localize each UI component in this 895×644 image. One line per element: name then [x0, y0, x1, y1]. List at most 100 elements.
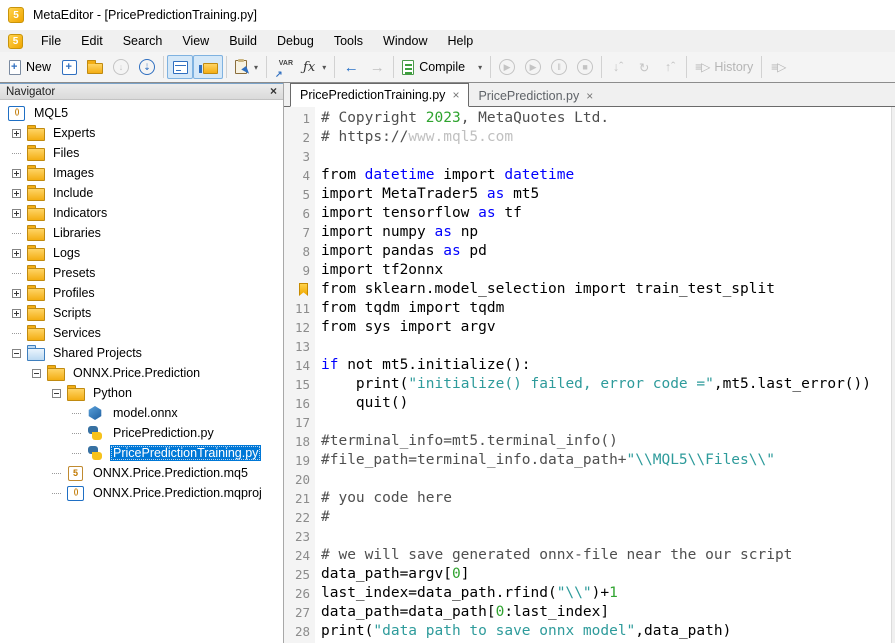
code-line [321, 413, 895, 432]
expand-icon[interactable] [12, 249, 21, 258]
tree-row[interactable]: Images [0, 163, 283, 183]
insert-function-button[interactable]: ƒx ▾ [298, 55, 331, 79]
insert-variable-button[interactable]: VAR [270, 55, 298, 79]
expand-icon[interactable] [12, 209, 21, 218]
expand-icon[interactable] [12, 169, 21, 178]
menu-item-search[interactable]: Search [113, 32, 173, 50]
code-area[interactable]: 1234567891112131415161718192021222324252… [284, 107, 895, 643]
tree-item-label[interactable]: MQL5 [31, 105, 71, 121]
tree-item-label[interactable]: Experts [50, 125, 98, 141]
tree-item-label[interactable]: Logs [50, 245, 83, 261]
expand-icon[interactable] [12, 309, 21, 318]
new-window-button[interactable] [56, 55, 82, 79]
toggle-toolbox-button[interactable] [193, 55, 223, 79]
tree-row[interactable]: Profiles [0, 283, 283, 303]
line-number: 27 [284, 603, 315, 622]
tree-row[interactable]: Libraries [0, 223, 283, 243]
dropdown-arrow-icon[interactable]: ▾ [478, 63, 482, 72]
editor-scrollbar[interactable] [891, 107, 895, 643]
line-number: 9 [284, 261, 315, 280]
tree-guide-line [52, 473, 61, 474]
tree-row[interactable]: Files [0, 143, 283, 163]
open-button[interactable] [82, 55, 108, 79]
tree-item-label[interactable]: Profiles [50, 285, 98, 301]
paste-special-button[interactable]: ▾ [230, 55, 263, 79]
tree-row[interactable]: ONNX.Price.Prediction.mqproj [0, 483, 283, 503]
tree-row[interactable]: Python [0, 383, 283, 403]
expand-icon[interactable] [12, 289, 21, 298]
line-number: 25 [284, 565, 315, 584]
code-text[interactable]: # Copyright 2023, MetaQuotes Ltd.# https… [315, 107, 895, 643]
storage-get-button[interactable]: ⇣ [134, 55, 160, 79]
menu-item-file[interactable]: File [31, 32, 71, 50]
tree-row[interactable]: Experts [0, 123, 283, 143]
toggle-navigator-button[interactable] [167, 55, 193, 79]
tree-item-label[interactable]: Presets [50, 265, 98, 281]
tree-item-label[interactable]: Files [50, 145, 82, 161]
tab-close-icon[interactable]: × [586, 89, 593, 103]
tree-row[interactable]: Scripts [0, 303, 283, 323]
tree-row[interactable]: Include [0, 183, 283, 203]
code-line: from sys import argv [321, 318, 895, 337]
collapse-icon[interactable] [12, 349, 21, 358]
bookmark-icon[interactable] [299, 283, 308, 296]
menu-item-view[interactable]: View [172, 32, 219, 50]
line-number: 21 [284, 489, 315, 508]
menu-item-help[interactable]: Help [437, 32, 483, 50]
tree-row[interactable]: MQL5 [0, 103, 283, 123]
navigate-back-button[interactable]: ← [338, 55, 364, 79]
tree-item-label[interactable]: Shared Projects [50, 345, 145, 361]
tree-item-label[interactable]: PricePredictionTraining.py [110, 445, 261, 461]
tree-item-label[interactable]: Services [50, 325, 104, 341]
editor-tab[interactable]: PricePredictionTraining.py× [290, 83, 469, 107]
menu-item-tools[interactable]: Tools [324, 32, 373, 50]
menu-item-window[interactable]: Window [373, 32, 437, 50]
tree-row[interactable]: ONNX.Price.Prediction [0, 363, 283, 383]
tree-item-label[interactable]: ONNX.Price.Prediction.mqproj [90, 485, 265, 501]
tree-item-label[interactable]: Python [90, 385, 135, 401]
line-number: 14 [284, 356, 315, 375]
tree-item-label[interactable]: Include [50, 185, 96, 201]
dropdown-arrow-icon[interactable]: ▾ [254, 63, 258, 72]
collapse-icon[interactable] [52, 389, 61, 398]
expand-icon[interactable] [12, 189, 21, 198]
toolbar-separator [334, 56, 335, 78]
tree-row[interactable]: ONNX.Price.Prediction.mq5 [0, 463, 283, 483]
tree-row[interactable]: Indicators [0, 203, 283, 223]
tree-item-label[interactable]: model.onnx [110, 405, 181, 421]
code-line: from tqdm import tqdm [321, 299, 895, 318]
menu-item-edit[interactable]: Edit [71, 32, 113, 50]
tree-item-label[interactable]: Images [50, 165, 97, 181]
expand-icon[interactable] [12, 129, 21, 138]
menu-bar: 5 FileEditSearchViewBuildDebugToolsWindo… [0, 30, 895, 52]
tree-row[interactable]: PricePrediction.py [0, 423, 283, 443]
editor-tab[interactable]: PricePrediction.py× [469, 84, 602, 107]
tree-item-label[interactable]: Indicators [50, 205, 110, 221]
code-line [321, 147, 895, 166]
collapse-icon[interactable] [32, 369, 41, 378]
menu-item-build[interactable]: Build [219, 32, 267, 50]
line-number-gutter: 1234567891112131415161718192021222324252… [284, 107, 315, 643]
tree-item-label[interactable]: Libraries [50, 225, 104, 241]
new-button[interactable]: New [4, 55, 56, 79]
tab-close-icon[interactable]: × [452, 88, 459, 102]
compile-button[interactable]: Compile ▾ [397, 55, 487, 79]
tree-row[interactable]: Logs [0, 243, 283, 263]
tree-item-label[interactable]: PricePrediction.py [110, 425, 217, 441]
tree-row[interactable]: model.onnx [0, 403, 283, 423]
editor-tab-bar: PricePredictionTraining.py×PricePredicti… [284, 83, 895, 107]
tree-item-label[interactable]: ONNX.Price.Prediction.mq5 [90, 465, 251, 481]
code-line: data_path=argv[0] [321, 565, 895, 584]
code-line: # https://www.mql5.com [321, 128, 895, 147]
tree-row[interactable]: Presets [0, 263, 283, 283]
tree-row[interactable]: Shared Projects [0, 343, 283, 363]
dropdown-arrow-icon[interactable]: ▾ [322, 63, 326, 72]
tree-item-label[interactable]: ONNX.Price.Prediction [70, 365, 203, 381]
navigator-close-icon[interactable]: × [270, 86, 277, 97]
tree-item-label[interactable]: Scripts [50, 305, 94, 321]
tree-row[interactable]: Services [0, 323, 283, 343]
tree-row[interactable]: PricePredictionTraining.py [0, 443, 283, 463]
menu-item-debug[interactable]: Debug [267, 32, 324, 50]
code-line: print("data path to save onnx model",dat… [321, 622, 895, 641]
line-number: 12 [284, 318, 315, 337]
